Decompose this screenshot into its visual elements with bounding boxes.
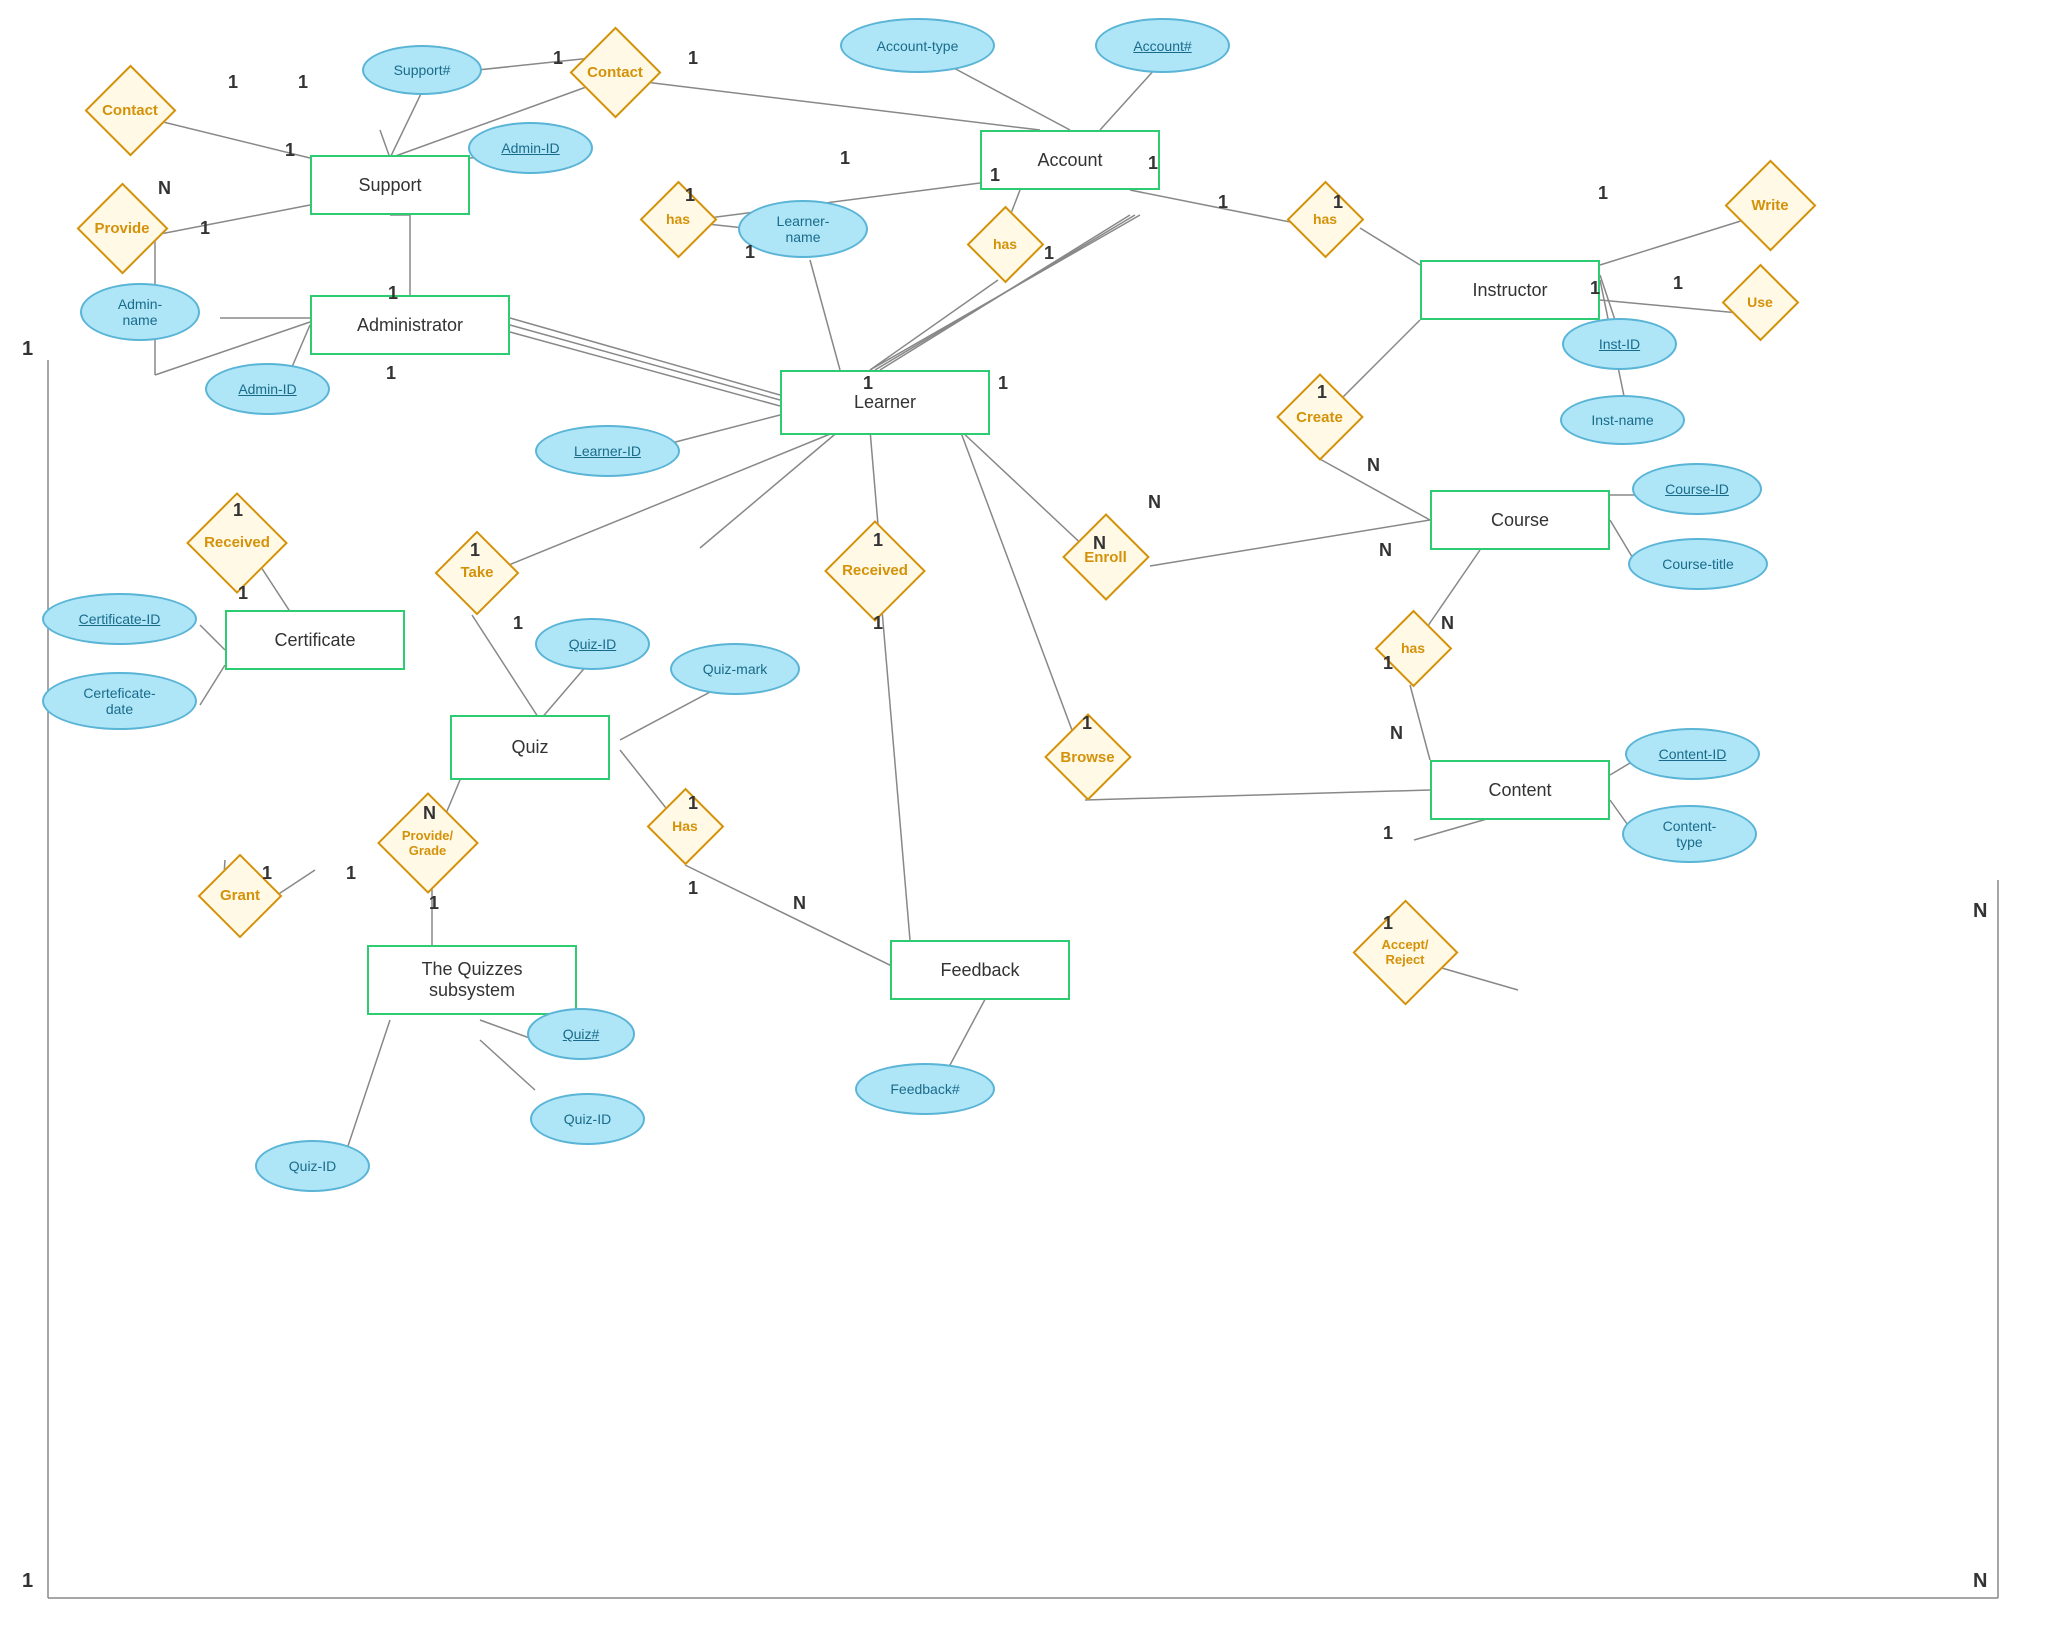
instructor-entity: Instructor (1420, 260, 1600, 320)
card-31: 1 (1383, 653, 1393, 674)
card-27: 1 (863, 373, 873, 394)
card-n5: N (1441, 613, 1454, 634)
card-10: 1 (840, 148, 850, 169)
card-1: 1 (228, 72, 238, 93)
enroll-relationship: Enroll (1058, 518, 1153, 596)
card-23: 1 (470, 540, 480, 561)
card-29: 1 (1317, 382, 1327, 403)
card-13: 1 (1148, 153, 1158, 174)
feedback-num-attr: Feedback# (855, 1063, 995, 1115)
quizzes-subsystem-entity: The Quizzes subsystem (367, 945, 577, 1015)
card-21: 1 (233, 500, 243, 521)
card-N-bottom: N (1973, 1570, 1987, 1593)
card-17: 1 (1673, 273, 1683, 294)
card-5: 1 (285, 140, 295, 161)
card-n4: N (1379, 540, 1392, 561)
accept-reject-relationship: Accept/ Reject (1350, 908, 1460, 996)
account-type-attr: Account-type (840, 18, 995, 73)
support-entity: Support (310, 155, 470, 215)
card-24: 1 (513, 613, 523, 634)
quiz-num-attr: Quiz# (527, 1008, 635, 1060)
card-32: 1 (429, 893, 439, 914)
card-4: 1 (200, 218, 210, 239)
contact2-relationship: Contact (565, 32, 665, 112)
card-n7: N (423, 803, 436, 824)
card-1-left-bottom: 1 (22, 1570, 33, 1593)
card-7: 1 (688, 48, 698, 69)
admin-id-attr2: Admin-ID (205, 363, 330, 415)
certificate-entity: Certificate (225, 610, 405, 670)
course-id-attr: Course-ID (1632, 463, 1762, 515)
support-num-attr: Support# (362, 45, 482, 95)
card-n3: N (1367, 455, 1380, 476)
card-1-left-top: 1 (22, 338, 33, 361)
card-n6: N (1390, 723, 1403, 744)
card-14: 1 (1218, 192, 1228, 213)
account-num-attr: Account# (1095, 18, 1230, 73)
certificate-id-attr: Certificate-ID (42, 593, 197, 645)
card-36: 1 (346, 863, 356, 884)
card-n2: N (1148, 492, 1161, 513)
quiz-id-attr: Quiz-ID (535, 618, 650, 670)
course-entity: Course (1430, 490, 1610, 550)
write-relationship: Write (1720, 165, 1820, 245)
card-12: 1 (1044, 243, 1054, 264)
use-relationship: Use (1720, 268, 1800, 336)
admin-name-attr: Admin- name (80, 283, 200, 341)
card-n8: N (793, 893, 806, 914)
course-title-attr: Course-title (1628, 538, 1768, 590)
card-N-right: N (1973, 900, 1987, 923)
card-2: 1 (298, 72, 308, 93)
has1-relationship: has (638, 185, 718, 253)
learner-id-attr: Learner-ID (535, 425, 680, 477)
content-entity: Content (1430, 760, 1610, 820)
card-20: 1 (386, 363, 396, 384)
has2-relationship: has (965, 210, 1045, 278)
card-11: 1 (990, 165, 1000, 186)
quiz-mark-attr: Quiz-mark (670, 643, 800, 695)
content-id-attr: Content-ID (1625, 728, 1760, 780)
card-8: 1 (685, 185, 695, 206)
card-25: 1 (873, 530, 883, 551)
inst-id-attr: Inst-ID (1562, 318, 1677, 370)
feedback-entity: Feedback (890, 940, 1070, 1000)
provide-relationship: Provide (72, 188, 172, 268)
learner-name-attr: Learner- name (738, 200, 868, 258)
has5-relationship: Has (645, 792, 725, 860)
admin-id-attr1: Admin-ID (468, 122, 593, 174)
has3-relationship: has (1285, 185, 1365, 253)
card-35: 1 (262, 863, 272, 884)
card-26: 1 (873, 613, 883, 634)
learner-entity: Learner (780, 370, 990, 435)
quiz-entity: Quiz (450, 715, 610, 780)
card-37: 1 (1383, 823, 1393, 844)
quiz-id-sub1-attr: Quiz-ID (530, 1093, 645, 1145)
contact1-relationship: Contact (80, 70, 180, 150)
card-15: 1 (1333, 192, 1343, 213)
card-28: 1 (998, 373, 1008, 394)
card-34: 1 (688, 878, 698, 899)
account-entity: Account (980, 130, 1160, 190)
card-6: 1 (553, 48, 563, 69)
administrator-entity: Administrator (310, 295, 510, 355)
card-3: N (158, 178, 171, 199)
card-n1: N (1093, 533, 1106, 554)
content-type-attr: Content- type (1622, 805, 1757, 863)
card-22: 1 (238, 583, 248, 604)
quiz-id-sub2-attr: Quiz-ID (255, 1140, 370, 1192)
card-33: 1 (688, 793, 698, 814)
card-9: 1 (745, 242, 755, 263)
inst-name-attr: Inst-name (1560, 395, 1685, 445)
card-16: 1 (1598, 183, 1608, 204)
certificate-date-attr: Certeficate- date (42, 672, 197, 730)
card-38: 1 (1383, 913, 1393, 934)
card-30: 1 (1082, 713, 1092, 734)
card-19: 1 (388, 283, 398, 304)
card-18: 1 (1590, 278, 1600, 299)
